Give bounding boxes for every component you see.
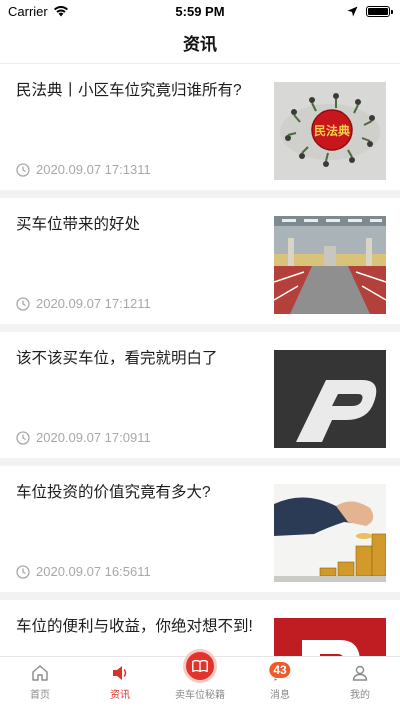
book-icon (183, 649, 217, 683)
article-title: 车位的便利与收益，你绝对想不到! (16, 618, 253, 635)
clock-icon (16, 296, 30, 311)
tab-news-label: 资讯 (110, 690, 130, 701)
nav-bar: 资讯 (0, 22, 400, 64)
article-time: 2020.09.07 17:0911 (36, 430, 151, 445)
clock-icon (16, 430, 30, 445)
unread-badge: 43 (268, 661, 292, 679)
article-time: 2020.09.07 16:5611 (36, 564, 151, 579)
page-title: 资讯 (183, 35, 217, 54)
carrier-group: Carrier (8, 4, 69, 19)
tab-news[interactable]: 资讯 (80, 657, 160, 710)
article-timestamp: 2020.09.07 16:5611 (16, 564, 151, 579)
article-title: 民法典丨小区车位究竟归谁所有? (16, 82, 242, 99)
parking-sign-image (274, 618, 386, 656)
article-title: 车位投资的价值究竟有多大? (16, 484, 211, 501)
article-card[interactable]: 车位的便利与收益，你绝对想不到! (0, 600, 400, 656)
clock-icon (16, 162, 30, 177)
article-card[interactable]: 该不该买车位，看完就明白了 2020.09.07 17:0911 (0, 332, 400, 458)
article-timestamp: 2020.09.07 17:0911 (16, 430, 151, 445)
home-icon (32, 665, 48, 681)
tab-selling-guide-label: 卖车位秘籍 (175, 690, 225, 701)
tab-home[interactable]: 首页 (0, 657, 80, 710)
civil-code-seal-image: 民法典 (274, 82, 386, 180)
tab-messages-label: 消息 (270, 690, 290, 701)
article-list[interactable]: 民法典丨小区车位究竟归谁所有? 2020.09.07 17:1311 民法典 买… (0, 64, 400, 656)
tab-selling-guide[interactable]: 卖车位秘籍 (160, 649, 240, 710)
parking-p-marking-image (274, 350, 386, 448)
article-title: 该不该买车位，看完就明白了 (16, 350, 218, 367)
article-card[interactable]: 民法典丨小区车位究竟归谁所有? 2020.09.07 17:1311 民法典 (0, 64, 400, 190)
tab-profile-label: 我的 (350, 690, 370, 701)
person-icon (352, 665, 368, 681)
tab-home-label: 首页 (30, 690, 50, 701)
speaker-icon (113, 666, 127, 680)
article-card[interactable]: 车位投资的价值究竟有多大? 2020.09.07 16:5611 (0, 466, 400, 592)
wifi-icon (53, 6, 68, 17)
carrier-label: Carrier (8, 3, 48, 19)
parking-garage-image (274, 216, 386, 314)
bottom-tab-bar: 首页 资讯 卖车位秘籍 消息 43 我的 (0, 649, 400, 710)
tab-messages[interactable]: 消息 43 (240, 657, 320, 710)
status-right (347, 5, 393, 17)
clock-icon (16, 564, 30, 579)
svg-text:民法典: 民法典 (314, 123, 350, 138)
location-arrow-icon (347, 6, 358, 16)
battery-icon (366, 5, 393, 17)
article-time: 2020.09.07 17:1211 (36, 296, 151, 311)
article-time: 2020.09.07 17:1311 (36, 162, 151, 177)
coin-stacks-image (274, 484, 386, 582)
tab-profile[interactable]: 我的 (320, 657, 400, 710)
article-title: 买车位带来的好处 (16, 216, 141, 233)
status-bar: Carrier 5:59 PM (0, 0, 400, 22)
article-timestamp: 2020.09.07 17:1311 (16, 162, 151, 177)
article-card[interactable]: 买车位带来的好处 2020.09.07 17:1211 (0, 198, 400, 324)
article-timestamp: 2020.09.07 17:1211 (16, 296, 151, 311)
